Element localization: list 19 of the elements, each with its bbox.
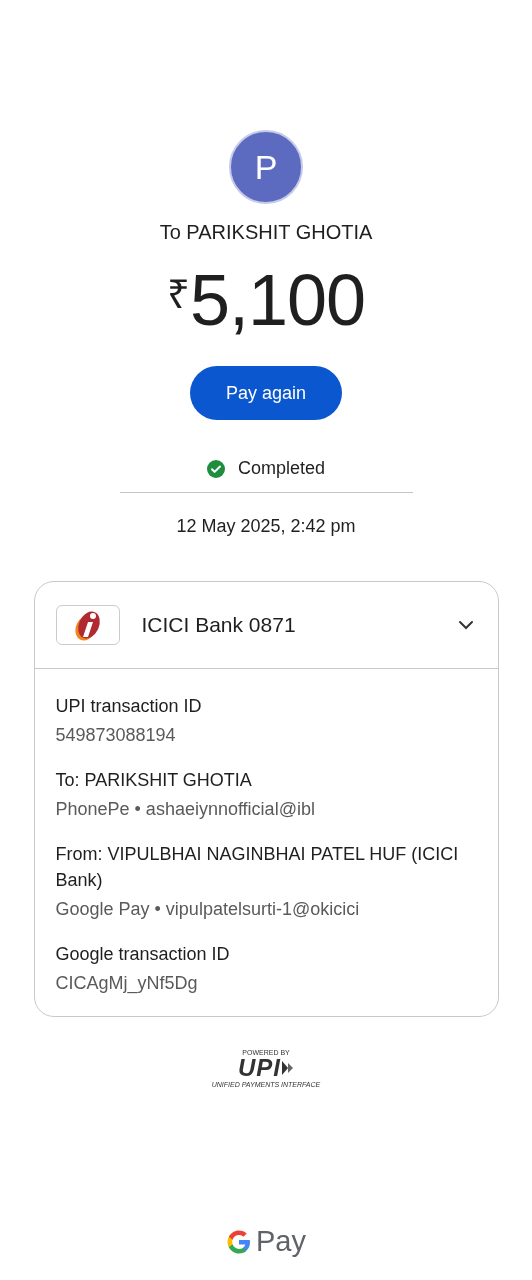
currency-symbol: ₹ — [166, 274, 190, 314]
detail-label: UPI transaction ID — [55, 695, 203, 718]
detail-value: 549873088194 — [55, 724, 177, 747]
detail-label: Google transaction ID — [55, 943, 231, 966]
bank-account-name: ICICI Bank 0871 — [141, 613, 297, 637]
bank-logo-icon — [55, 605, 120, 645]
detail-label: To: PARIKSHIT GHOTIA — [55, 769, 253, 792]
detail-value: Google Pay • vipulpatelsurti-1@okicici — [55, 898, 361, 921]
pay-again-button[interactable]: Pay again — [190, 366, 342, 420]
google-g-icon — [226, 1228, 252, 1255]
payee-name: To PARIKSHIT GHOTIA — [159, 221, 373, 244]
pay-wordmark: Pay — [256, 1225, 306, 1258]
detail-value: PhonePe • ashaeiynnofficial@ibl — [55, 798, 316, 821]
amount: 5,100 — [189, 264, 366, 336]
transaction-date: 12 May 2025, 2:42 pm — [176, 516, 356, 537]
detail-value: CICAgMj_yNf5Dg — [55, 972, 199, 996]
avatar: P — [229, 130, 303, 204]
status-label: Completed — [237, 458, 325, 479]
detail-label: From: VIPULBHAI NAGINBHAI PATEL HUF (ICICI Bank) — [55, 843, 460, 892]
